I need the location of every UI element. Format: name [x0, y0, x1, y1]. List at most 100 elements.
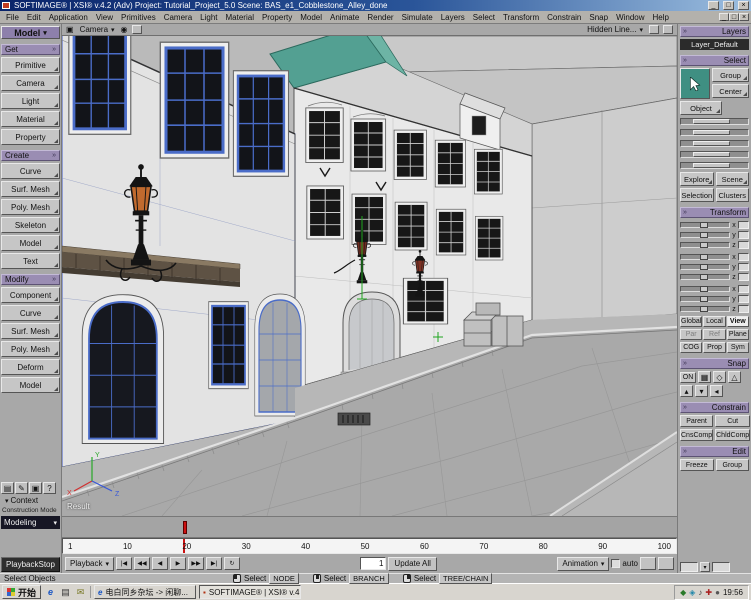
snap-option-icon[interactable]: ▴ — [680, 385, 693, 397]
constrain-button[interactable]: ChldComp — [715, 429, 750, 441]
menu-item[interactable]: Layers — [437, 12, 469, 23]
menu-item[interactable]: View — [92, 12, 117, 23]
menu-item[interactable]: Constrain — [543, 12, 585, 23]
menu-item[interactable]: Material — [222, 12, 258, 23]
snap-point-icon[interactable]: ◇ — [713, 371, 726, 383]
snap-on-toggle[interactable]: ON — [680, 372, 696, 383]
get-tool-button[interactable]: Material — [1, 111, 60, 127]
range-start-field[interactable] — [680, 562, 698, 572]
window-titlebar[interactable]: SOFTIMAGE® | XSI® v.4.2 (Adv) Project: T… — [0, 0, 751, 11]
menu-item[interactable]: Simulate — [398, 12, 437, 23]
range-end-field[interactable] — [712, 562, 730, 572]
transport-button[interactable]: ▶▶ — [188, 557, 204, 570]
tray-icon[interactable]: ● — [715, 588, 720, 597]
toolbar-mini-icon[interactable]: ▣ — [29, 482, 42, 494]
toolbar-mode-selector[interactable]: Model ▾ — [1, 26, 60, 39]
constrain-button[interactable]: CnsComp — [680, 429, 713, 441]
context-selector[interactable]: ▾ Context — [1, 496, 60, 505]
quick-launch-icon[interactable]: ✉ — [74, 586, 87, 598]
transform-ref-button[interactable]: Par — [680, 329, 702, 340]
resize-viewport-icon[interactable] — [649, 25, 659, 34]
playback-stop-button[interactable]: PlaybackStop — [1, 557, 60, 572]
get-tool-button[interactable]: Primitive — [1, 57, 60, 73]
spinner-up-icon[interactable]: ▾ — [700, 562, 710, 572]
translate-axis-slider[interactable] — [680, 296, 730, 302]
create-tool-button[interactable]: Model — [1, 235, 60, 251]
taskbar-task-button[interactable]: e 电白同乡杂坛 -> 闲聊... — [94, 585, 196, 599]
select-section-header[interactable]: » Select — [680, 55, 749, 66]
menu-item[interactable]: Model — [296, 12, 326, 23]
axis-value-field[interactable] — [738, 305, 749, 313]
snap-grid-icon[interactable]: ▦ — [698, 371, 711, 383]
timeline-slider[interactable] — [62, 516, 677, 538]
menu-item[interactable]: Window — [612, 12, 648, 23]
edit-section-header[interactable]: » Edit — [680, 446, 749, 457]
axis-value-field[interactable] — [738, 285, 749, 293]
camera-icon[interactable]: ▣ — [66, 25, 74, 35]
axis-value-field[interactable] — [738, 253, 749, 261]
window-control-button[interactable]: □ — [723, 1, 734, 10]
object-filter-button[interactable]: Object — [680, 101, 722, 115]
current-frame-field[interactable]: 1 — [360, 557, 386, 570]
rotate-axis-slider[interactable] — [680, 254, 730, 260]
viewport-canvas[interactable]: X Y Z — [62, 36, 677, 516]
transport-button[interactable]: ▶| — [206, 557, 222, 570]
axis-value-field[interactable] — [738, 273, 749, 281]
clusters-button[interactable]: Clusters — [716, 188, 750, 202]
center-button[interactable]: Center — [712, 84, 749, 98]
key-icon[interactable] — [640, 557, 656, 570]
construction-mode-select[interactable]: Modeling ▾ — [1, 516, 60, 529]
transform-space-button[interactable]: Global — [680, 316, 702, 327]
transform-pivot-button[interactable]: Prop — [703, 342, 725, 353]
menu-item[interactable]: Select — [469, 12, 499, 23]
create-tool-button[interactable]: Text — [1, 253, 60, 269]
create-section-header[interactable]: Create » — [1, 150, 60, 161]
axis-value-field[interactable] — [738, 295, 749, 303]
current-layer-button[interactable]: Layer_Default — [680, 39, 749, 50]
get-tool-button[interactable]: Property — [1, 129, 60, 145]
scale-axis-slider[interactable] — [680, 222, 730, 228]
selection-filter-slider[interactable] — [680, 129, 749, 136]
axis-value-field[interactable] — [738, 263, 749, 271]
selection-filter-slider[interactable] — [680, 118, 749, 125]
menu-item[interactable]: Property — [258, 12, 296, 23]
transform-section-header[interactable]: » Transform — [680, 207, 749, 218]
tray-icon[interactable]: ◈ — [689, 588, 695, 597]
toolbar-mini-icon[interactable]: ▤ — [1, 482, 14, 494]
translate-axis-slider[interactable] — [680, 286, 730, 292]
toolbar-mini-icon[interactable]: ? — [43, 482, 56, 494]
selection-filter-slider[interactable] — [680, 140, 749, 147]
menu-item[interactable]: File — [2, 12, 23, 23]
axis-value-field[interactable] — [738, 241, 749, 249]
transport-button[interactable]: ↻ — [224, 557, 240, 570]
constrain-section-header[interactable]: » Constrain — [680, 402, 749, 413]
timeline-cursor[interactable] — [183, 521, 187, 534]
snap-option-icon[interactable]: ◂ — [710, 385, 723, 397]
constrain-button[interactable]: Parent — [680, 415, 713, 427]
transform-ref-button[interactable]: Ref — [703, 329, 725, 340]
menu-item[interactable]: Animate — [326, 12, 363, 23]
axis-value-field[interactable] — [738, 231, 749, 239]
group-button[interactable]: Group — [712, 68, 749, 82]
transport-button[interactable]: |◀ — [116, 557, 132, 570]
rotate-axis-slider[interactable] — [680, 274, 730, 280]
rotate-axis-slider[interactable] — [680, 264, 730, 270]
display-mode-selector[interactable]: Hidden Line... ▾ — [585, 25, 645, 34]
modify-tool-button[interactable]: Surf. Mesh — [1, 323, 60, 339]
snap-option-icon[interactable]: ▾ — [695, 385, 708, 397]
transform-pivot-button[interactable]: Sym — [727, 342, 749, 353]
menu-item[interactable]: Application — [45, 12, 92, 23]
create-tool-button[interactable]: Surf. Mesh — [1, 181, 60, 197]
eye-icon[interactable]: ◉ — [121, 25, 128, 35]
update-all-button[interactable]: Update All — [388, 557, 436, 571]
get-section-header[interactable]: Get » — [1, 44, 60, 55]
selection-filter-slider[interactable] — [680, 162, 749, 169]
modify-section-header[interactable]: Modify » — [1, 274, 60, 285]
explore-button[interactable]: Explore — [680, 172, 714, 186]
snap-section-header[interactable]: » Snap — [680, 358, 749, 369]
transport-button[interactable]: ◀ — [152, 557, 168, 570]
mdi-window-control-button[interactable]: _ — [719, 13, 729, 21]
scale-axis-slider[interactable] — [680, 242, 730, 248]
mdi-window-control-button[interactable]: □ — [729, 13, 739, 21]
modify-tool-button[interactable]: Component — [1, 287, 60, 303]
